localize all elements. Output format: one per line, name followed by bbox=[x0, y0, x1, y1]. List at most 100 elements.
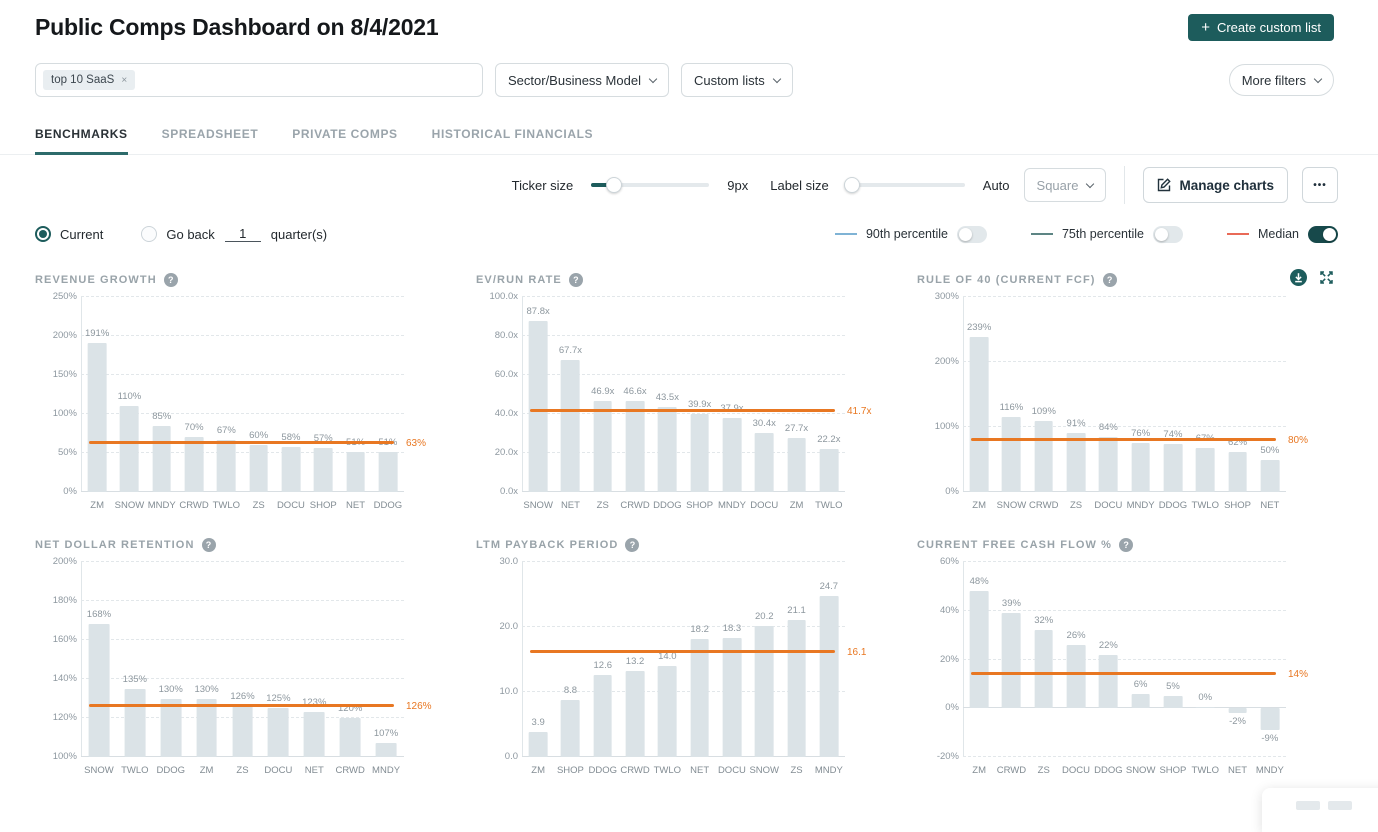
90th-percentile-toggle[interactable] bbox=[957, 226, 987, 243]
fullscreen-icon[interactable] bbox=[1319, 270, 1334, 290]
chart-header: RULE OF 40 (CURRENT FCF)? bbox=[917, 271, 1334, 289]
bar-MNDY bbox=[376, 743, 397, 757]
x-axis-label-ZM: ZM bbox=[200, 765, 214, 776]
bar-ZS bbox=[1067, 433, 1086, 492]
bar-TWLO bbox=[1196, 707, 1215, 709]
bar-CRWD bbox=[340, 718, 361, 757]
y-axis-tick-label: -20% bbox=[917, 751, 959, 762]
bar-TWLO bbox=[217, 440, 236, 492]
y-axis-tick-label: 100.0x bbox=[476, 291, 518, 302]
chart-title: NET DOLLAR RETENTION bbox=[35, 539, 195, 551]
x-axis-label-SHOP: SHOP bbox=[557, 765, 584, 776]
x-axis-label-MNDY: MNDY bbox=[148, 500, 176, 511]
help-icon[interactable]: ? bbox=[1119, 538, 1133, 552]
bar-value-label: -2% bbox=[1229, 716, 1246, 727]
bar-NET bbox=[690, 639, 709, 757]
chart-header: EV/RUN RATE? bbox=[476, 271, 893, 289]
y-axis-tick-label: 20.0x bbox=[476, 447, 518, 458]
sector-business-model-dropdown[interactable]: Sector/Business Model bbox=[495, 63, 669, 97]
x-axis-label-DDOG: DDOG bbox=[156, 765, 185, 776]
bar-SHOP bbox=[314, 448, 333, 492]
more-filters-dropdown[interactable]: More filters bbox=[1229, 64, 1334, 96]
gridline bbox=[81, 639, 404, 640]
radio-current[interactable]: Current bbox=[35, 226, 103, 242]
custom-lists-label: Custom lists bbox=[694, 73, 765, 88]
bar-CRWD bbox=[185, 437, 204, 492]
x-axis-label-ZS: ZS bbox=[236, 765, 248, 776]
bar-value-label: 67.7x bbox=[559, 345, 582, 356]
go-back-quarters-input[interactable]: 1 bbox=[225, 226, 261, 242]
y-axis-tick-label: 100% bbox=[35, 408, 77, 419]
radio-go-back[interactable]: Go back 1 quarter(s) bbox=[141, 226, 327, 242]
y-axis-tick-label: 160% bbox=[35, 634, 77, 645]
bar-DOCU bbox=[1067, 645, 1086, 708]
x-axis-label-SHOP: SHOP bbox=[1224, 500, 1251, 511]
chart-toolbar: Ticker size 9px Label size Auto Square M… bbox=[0, 165, 1378, 205]
x-axis-labels: SNOWTWLODDOGZMZSDOCUNETCRWDMNDY bbox=[81, 765, 404, 783]
x-axis-label-DOCU: DOCU bbox=[277, 500, 305, 511]
manage-charts-button[interactable]: Manage charts bbox=[1143, 167, 1288, 203]
bar-SNOW bbox=[529, 321, 548, 492]
legend-label: 90th percentile bbox=[866, 227, 948, 241]
chart-actions bbox=[1290, 269, 1334, 291]
bar-value-label: 67% bbox=[217, 425, 236, 436]
corner-popup[interactable] bbox=[1262, 788, 1378, 832]
bar-value-label: 22% bbox=[1099, 640, 1118, 651]
plus-icon: + bbox=[1201, 20, 1210, 35]
slider-handle[interactable] bbox=[844, 177, 860, 193]
bar-value-label: 91% bbox=[1067, 418, 1086, 429]
more-options-button[interactable]: ••• bbox=[1302, 167, 1338, 203]
remove-tag-icon[interactable]: × bbox=[121, 75, 127, 86]
tab-private-comps[interactable]: PRIVATE COMPS bbox=[292, 121, 397, 154]
custom-lists-dropdown[interactable]: Custom lists bbox=[681, 63, 793, 97]
x-axis-label-NET: NET bbox=[1228, 765, 1247, 776]
median-toggle[interactable] bbox=[1308, 226, 1338, 243]
x-axis-label-DDOG: DDOG bbox=[653, 500, 682, 511]
bar-value-label: 13.2 bbox=[626, 656, 645, 667]
radio-selected-icon[interactable] bbox=[35, 226, 51, 242]
x-axis-labels: ZMSNOWMNDYCRWDTWLOZSDOCUSHOPNETDDOG bbox=[81, 500, 404, 518]
x-axis-label-SNOW: SNOW bbox=[997, 500, 1027, 511]
help-icon[interactable]: ? bbox=[1103, 273, 1117, 287]
filter-tag[interactable]: top 10 SaaS × bbox=[43, 70, 135, 90]
help-icon[interactable]: ? bbox=[164, 273, 178, 287]
x-axis-label-ZM: ZM bbox=[531, 765, 545, 776]
bar-SHOP bbox=[1228, 452, 1247, 492]
filter-search-input[interactable]: top 10 SaaS × bbox=[35, 63, 483, 97]
median-line bbox=[89, 704, 394, 707]
75th-percentile-toggle[interactable] bbox=[1153, 226, 1183, 243]
slider-handle[interactable] bbox=[606, 177, 622, 193]
bar-value-label: 0% bbox=[1198, 692, 1212, 703]
median-line bbox=[971, 672, 1276, 675]
bar-value-label: 130% bbox=[194, 684, 218, 695]
help-icon[interactable]: ? bbox=[625, 538, 639, 552]
tab-historical-financials[interactable]: HISTORICAL FINANCIALS bbox=[432, 121, 594, 154]
shape-select[interactable]: Square bbox=[1024, 168, 1107, 202]
x-axis-label-TWLO: TWLO bbox=[654, 765, 681, 776]
chart-ev-run-rate: EV/RUN RATE?0.0x20.0x40.0x60.0x80.0x100.… bbox=[476, 271, 893, 518]
create-custom-list-button[interactable]: + Create custom list bbox=[1188, 14, 1334, 41]
popup-pill bbox=[1296, 801, 1320, 810]
bar-DOCU bbox=[268, 708, 289, 757]
x-axis-label-CRWD: CRWD bbox=[997, 765, 1026, 776]
radio-current-label: Current bbox=[60, 227, 103, 242]
ticker-size-slider[interactable] bbox=[591, 183, 709, 187]
help-icon[interactable]: ? bbox=[569, 273, 583, 287]
download-icon[interactable] bbox=[1290, 269, 1307, 291]
tab-spreadsheet[interactable]: SPREADSHEET bbox=[162, 121, 259, 154]
bar-DDOG bbox=[1164, 444, 1183, 492]
tab-benchmarks[interactable]: BENCHMARKS bbox=[35, 121, 128, 155]
bar-value-label: 27.7x bbox=[785, 423, 808, 434]
bar-SHOP bbox=[561, 700, 580, 757]
x-axis-label-NET: NET bbox=[690, 765, 709, 776]
bar-CRWD bbox=[1034, 421, 1053, 492]
go-back-prefix: Go back bbox=[166, 227, 214, 242]
bar-value-label: 87.8x bbox=[527, 306, 550, 317]
x-axis-label-DDOG: DDOG bbox=[589, 765, 618, 776]
radio-unselected-icon[interactable] bbox=[141, 226, 157, 242]
bar-value-label: 3.9 bbox=[532, 717, 545, 728]
x-axis-label-MNDY: MNDY bbox=[815, 765, 843, 776]
bar-value-label: 39% bbox=[1002, 598, 1021, 609]
label-size-slider[interactable] bbox=[847, 183, 965, 187]
help-icon[interactable]: ? bbox=[202, 538, 216, 552]
